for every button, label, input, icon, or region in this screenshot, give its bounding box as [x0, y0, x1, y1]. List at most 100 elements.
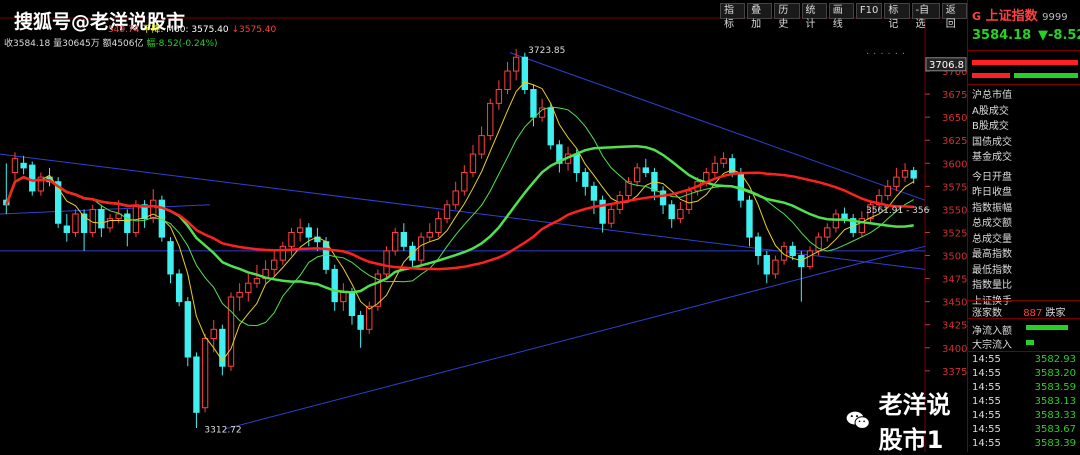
y-tick-label: 3375 [942, 367, 967, 378]
toolbar-mark-button[interactable]: 标记 [884, 3, 910, 30]
g-tab-icon[interactable]: G [972, 10, 981, 23]
quote-stat-label: B股成交 [972, 121, 1009, 132]
info-close: 收3584.18 [4, 39, 51, 49]
info-value-3: M60: 3575.40 [166, 25, 229, 35]
moving-average-lines [5, 81, 914, 362]
y-tick-label: 3425 [942, 321, 967, 332]
candle-body [668, 204, 675, 220]
candle-body [426, 231, 433, 238]
quote-stat-label: 总成交量 [972, 233, 1012, 245]
candle-body [746, 199, 753, 238]
candle-body [504, 70, 511, 91]
candle-body [798, 255, 805, 268]
quote-stat-label: 基金成交 [972, 152, 1012, 163]
toolbar-watchlist-button[interactable]: -自选 [911, 3, 940, 30]
candle-body [236, 291, 243, 298]
candle-body [763, 255, 770, 275]
candle-body [132, 204, 140, 233]
chart-toolbar: 指标 叠加 历史 统计 画线 F10 标记 -自选 返回 [720, 3, 967, 30]
up-down-row: 涨家数 887 跌家 [972, 304, 1065, 319]
candle-series [3, 48, 917, 429]
kline-chart-area[interactable]: 3700 3675 3650 3625 3600 3575 3550 3525 3500 3475… [0, 0, 967, 454]
candle-body [469, 153, 477, 174]
tick-price: 3583.39 [1034, 438, 1076, 449]
separator [968, 300, 1080, 301]
wechat-icon [846, 411, 870, 429]
separator [968, 318, 1080, 319]
info-volume: 量30645万 [53, 39, 100, 49]
candle-body [512, 56, 520, 72]
quote-stat-label: 最高指数 [972, 249, 1012, 260]
candle-body [124, 213, 131, 233]
separator [968, 351, 1080, 352]
candle-body [772, 259, 779, 275]
y-tick-label: 3625 [942, 136, 967, 147]
tick-row: 14:55 3583.67 [972, 424, 1078, 435]
candle-body [573, 153, 580, 174]
candle-body [806, 250, 814, 268]
candle-body [253, 278, 261, 284]
candle-body [910, 170, 917, 179]
candle-body [175, 273, 183, 303]
quote-stat-label: 国债成交 [972, 136, 1012, 148]
toolbar-draw-button[interactable]: 画线 [828, 3, 854, 30]
tick-price: 3582.93 [1034, 354, 1076, 365]
quote-stat-label: 沪总市值 [972, 90, 1012, 101]
quote-stat-label: 总成交额 [972, 218, 1012, 229]
block-inflow-bar [1026, 340, 1034, 345]
trendline-support [224, 245, 926, 430]
tick-row: 14:55 3582.93 [972, 354, 1078, 365]
y-tick-label: 3675 [942, 90, 967, 101]
candle-body [20, 162, 27, 169]
net-inflow-row: 净流入额 [972, 322, 1012, 337]
candle-body [400, 231, 408, 247]
y-tick-label: 3550 [942, 205, 967, 216]
candle-body [754, 236, 762, 257]
candle-body [288, 231, 295, 247]
quote-stat-label: 昨日收盘 [972, 187, 1012, 198]
tick-time: 14:55 [972, 382, 1001, 393]
toolbar-indicator-button[interactable]: 指标 [720, 3, 746, 30]
candle-body [305, 227, 312, 238]
quote-price: 3584.18 [972, 28, 1032, 43]
candle-body [599, 199, 606, 224]
toolbar-back-button[interactable]: 返回 [941, 3, 967, 30]
candle-body [832, 213, 840, 229]
candle-body [271, 259, 278, 270]
toolbar-overlay-button[interactable]: 叠加 [747, 3, 773, 30]
candle-body [893, 176, 900, 187]
candle-body [72, 213, 79, 233]
quote-stat-label: 指数量比 [972, 280, 1012, 291]
trendline-box [0, 204, 211, 215]
candle-body [296, 227, 304, 233]
candle-body [98, 208, 105, 229]
tick-time: 14:55 [972, 438, 1001, 449]
tick-row: 14:55 3583.33 [972, 410, 1078, 421]
indicator-info-line: 549.74 下降: M60: 3575.40 ↓3575.40 [108, 22, 276, 35]
tick-price: 3583.13 [1034, 396, 1076, 407]
down-bar [1014, 73, 1078, 78]
high-annotation: 3723.85 [528, 46, 565, 56]
candle-body [443, 204, 451, 220]
quote-name: 上证指数 [985, 9, 1038, 24]
candle-body [789, 245, 796, 257]
info-value-2: 下降: [142, 25, 164, 35]
toolbar-history-button[interactable]: 历史 [774, 3, 800, 30]
info-value-1: 549.74 [108, 25, 140, 35]
y-tick-label: 3575 [942, 182, 967, 193]
quote-stat-label: 指数振幅 [972, 202, 1012, 214]
kline-chart[interactable]: 3700367536503625360035753550352535003475… [0, 0, 967, 452]
y-tick-label: 3650 [942, 113, 967, 124]
ma5-line [5, 81, 914, 362]
toolbar-stats-button[interactable]: 统计 [801, 3, 827, 30]
candle-body [608, 208, 615, 224]
candle-body [210, 328, 217, 340]
y-marker-label: 3706.8 [929, 60, 964, 71]
toolbar-f10-button[interactable]: F10 [855, 3, 883, 19]
tick-price: 3583.20 [1034, 368, 1076, 379]
candle-body [452, 190, 459, 206]
tick-row: 14:55 3583.39 [972, 438, 1078, 449]
price-axis: 3700367536503625360035753550352535003475… [925, 57, 967, 378]
quote-panel: G 上证指数 9999 3584.18 ▼-8.52 沪总市值 A股成交 B股成交国… [967, 0, 1080, 452]
candle-body [582, 172, 589, 187]
